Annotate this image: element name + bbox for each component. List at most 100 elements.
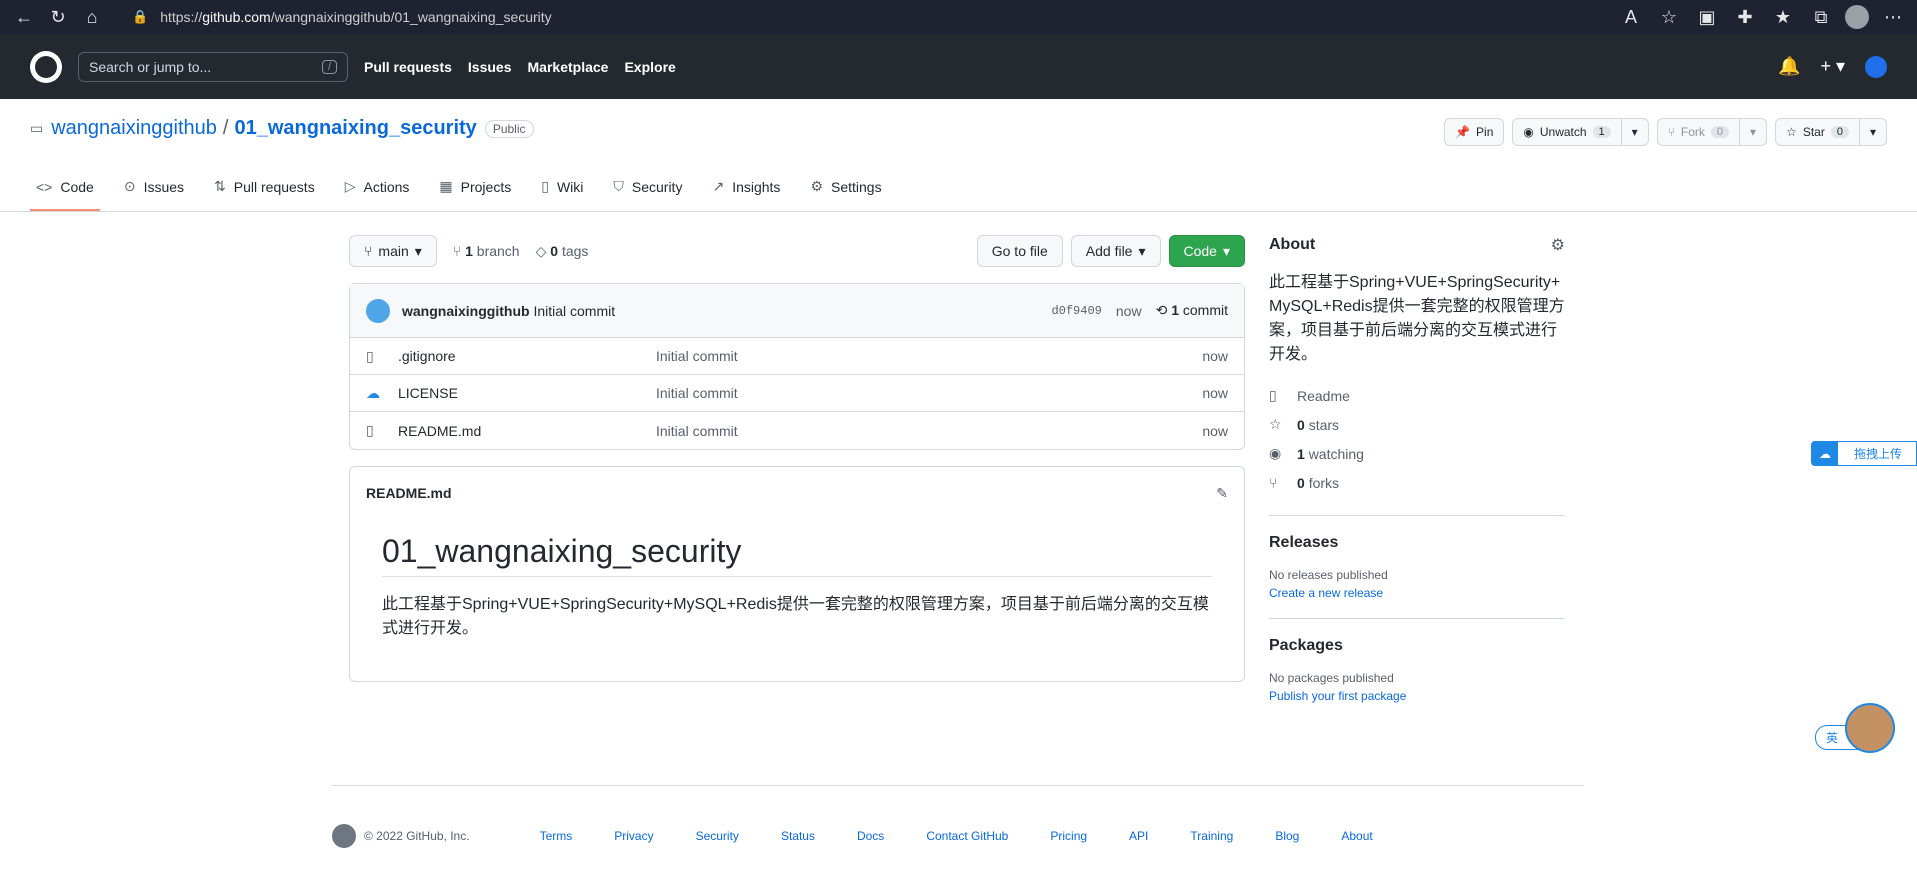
commit-sha[interactable]: d0f9409 <box>1051 304 1101 318</box>
footer-link-about[interactable]: About <box>1341 829 1372 843</box>
play-icon: ▷ <box>344 178 356 194</box>
shield-icon: ⛉ <box>613 178 624 194</box>
tags-link[interactable]: ◇ 0 tags <box>536 243 589 260</box>
footer-link-training[interactable]: Training <box>1190 829 1233 843</box>
branches-label: branch <box>476 242 520 259</box>
publish-package-link[interactable]: Publish your first package <box>1269 689 1565 703</box>
profile-avatar[interactable] <box>1845 5 1869 29</box>
commit-message[interactable]: Initial commit <box>533 303 615 319</box>
github-logo-icon[interactable] <box>30 50 62 83</box>
read-aloud-icon[interactable]: A <box>1617 3 1645 31</box>
add-file-button[interactable]: Add file ▾ <box>1070 235 1161 267</box>
star-button[interactable]: ☆ Star 0 ▾ <box>1775 118 1887 146</box>
extension-icon[interactable]: ▣ <box>1693 3 1721 31</box>
author-avatar[interactable] <box>366 298 390 323</box>
releases-title[interactable]: Releases <box>1269 534 1565 552</box>
tab-pull-requests[interactable]: ⇅ Pull requests <box>208 164 321 211</box>
tab-settings[interactable]: ⚙ Settings <box>804 164 887 211</box>
puzzle-icon[interactable]: ✚ <box>1731 3 1759 31</box>
search-input[interactable]: Search or jump to... / <box>78 51 348 82</box>
chevron-down-icon: ▾ <box>414 242 422 259</box>
chevron-down-icon: ▾ <box>1222 242 1230 259</box>
footer-link-terms[interactable]: Terms <box>540 829 573 843</box>
footer-link-privacy[interactable]: Privacy <box>614 829 653 843</box>
plus-icon[interactable]: + ▾ <box>1820 56 1845 77</box>
about-title: About <box>1269 236 1316 253</box>
branch-select[interactable]: ⑂ main ▾ <box>349 235 437 267</box>
more-icon[interactable]: ⋯ <box>1879 3 1907 31</box>
footer-link-docs[interactable]: Docs <box>857 829 884 843</box>
packages-title[interactable]: Packages <box>1269 637 1565 655</box>
favorite-add-icon[interactable]: ☆ <box>1655 3 1683 31</box>
url-path: /wangnaixinggithub/01_wangnaixing_securi… <box>270 9 552 25</box>
tab-issues[interactable]: ⊙ Issues <box>118 164 190 211</box>
fork-label: Fork <box>1680 125 1705 139</box>
fork-count: 0 <box>1710 126 1730 138</box>
chevron-down-icon[interactable]: ▾ <box>1858 119 1876 145</box>
create-release-link[interactable]: Create a new release <box>1269 586 1565 600</box>
main-content: ⑂ main ▾ ⑂ 1 branch ◇ 0 tags Go to file Ad… <box>349 235 1245 682</box>
gear-icon[interactable]: ⚙ <box>1551 235 1565 255</box>
file-name[interactable]: README.md <box>398 423 656 439</box>
file-name[interactable]: .gitignore <box>398 348 656 364</box>
commits-link[interactable]: ⟲ 1 commit <box>1156 302 1228 319</box>
footer-link-contact[interactable]: Contact GitHub <box>926 829 1008 843</box>
readme-link[interactable]: ▯ Readme <box>1269 381 1565 410</box>
file-commit-message[interactable]: Initial commit <box>656 423 1202 439</box>
chevron-down-icon[interactable]: ▾ <box>1739 119 1756 145</box>
readme-filename[interactable]: README.md <box>366 485 452 501</box>
footer-link-security[interactable]: Security <box>696 829 739 843</box>
about-section: About ⚙ <box>1269 235 1565 255</box>
bell-icon[interactable]: 🔔 <box>1778 56 1800 77</box>
pin-button[interactable]: 📌 Pin <box>1444 118 1505 146</box>
tab-security[interactable]: ⛉ Security <box>607 164 688 211</box>
stars-label: stars <box>1308 416 1340 433</box>
home-icon[interactable]: ⌂ <box>78 3 106 31</box>
commit-author[interactable]: wangnaixinggithub <box>402 303 530 319</box>
forks-link[interactable]: ⑂ 0 forks <box>1269 468 1565 497</box>
tab-projects[interactable]: ▦ Projects <box>433 164 517 211</box>
nav-explore[interactable]: Explore <box>624 59 675 75</box>
code-icon: <> <box>36 178 53 195</box>
repo-owner-link[interactable]: wangnaixinggithub <box>51 117 217 140</box>
tab-label: Wiki <box>556 178 584 195</box>
branches-link[interactable]: ⑂ 1 branch <box>453 243 520 260</box>
refresh-icon[interactable]: ↻ <box>44 3 72 31</box>
github-mark-icon[interactable] <box>332 823 356 848</box>
nav-marketplace[interactable]: Marketplace <box>528 59 609 75</box>
tab-actions[interactable]: ▷ Actions <box>339 164 416 211</box>
tab-wiki[interactable]: ▯ Wiki <box>535 164 589 211</box>
user-avatar[interactable] <box>1865 55 1887 78</box>
file-name[interactable]: LICENSE <box>398 385 656 401</box>
code-button[interactable]: Code ▾ <box>1168 235 1245 267</box>
unwatch-button[interactable]: ◉ Unwatch 1 ▾ <box>1512 118 1649 146</box>
nav-pull-requests[interactable]: Pull requests <box>364 59 452 75</box>
tab-insights[interactable]: ↗ Insights <box>706 164 786 211</box>
commit-count: 1 <box>1171 302 1179 318</box>
address-bar[interactable]: 🔒 https://github.com/wangnaixinggithub/0… <box>120 3 1603 31</box>
assistant-avatar[interactable] <box>1845 703 1895 753</box>
footer-link-api[interactable]: API <box>1129 829 1148 843</box>
chevron-down-icon[interactable]: ▾ <box>1620 119 1638 145</box>
footer: © 2022 GitHub, Inc. Terms Privacy Securi… <box>332 785 1584 848</box>
browser-toolbar: ← ↻ ⌂ 🔒 https://github.com/wangnaixinggi… <box>0 0 1917 34</box>
footer-link-blog[interactable]: Blog <box>1275 829 1299 843</box>
tab-code[interactable]: <> Code <box>30 164 100 211</box>
footer-link-pricing[interactable]: Pricing <box>1050 829 1087 843</box>
drag-upload-widget[interactable]: ☁ 拖拽上传 <box>1811 441 1917 466</box>
book-icon: ▯ <box>541 178 549 194</box>
footer-link-status[interactable]: Status <box>781 829 815 843</box>
go-to-file-button[interactable]: Go to file <box>976 235 1063 267</box>
nav-issues[interactable]: Issues <box>468 59 512 75</box>
back-icon[interactable]: ← <box>10 3 38 31</box>
collections-icon[interactable]: ⧉ <box>1807 3 1835 31</box>
favorites-icon[interactable]: ★ <box>1769 3 1797 31</box>
watching-link[interactable]: ◉ 1 watching <box>1269 439 1565 468</box>
stars-link[interactable]: ☆ 0 stars <box>1269 410 1565 439</box>
file-commit-message[interactable]: Initial commit <box>656 385 1202 401</box>
repo-name-link[interactable]: 01_wangnaixing_security <box>234 117 476 140</box>
releases-empty: No releases published <box>1269 568 1388 582</box>
file-commit-message[interactable]: Initial commit <box>656 348 1202 364</box>
fork-button[interactable]: ⑂ Fork 0 ▾ <box>1656 118 1768 146</box>
pencil-icon[interactable]: ✎ <box>1216 485 1228 502</box>
